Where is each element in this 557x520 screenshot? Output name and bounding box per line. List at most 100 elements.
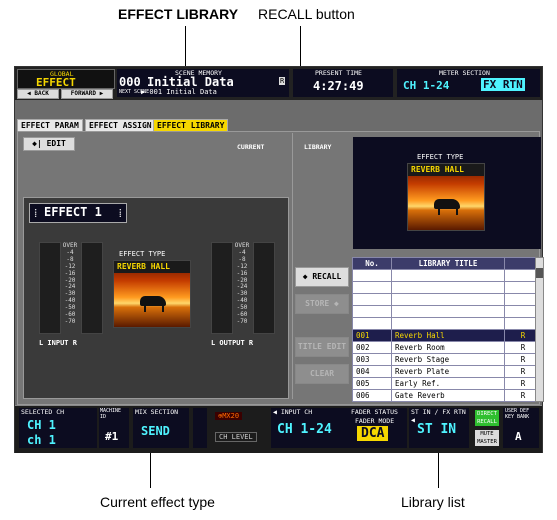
selected-ch-label: SELECTED CH [21, 408, 65, 416]
table-cell-title: Gate Reverb [391, 389, 505, 402]
device-screen: GLOBAL EFFECT ◀ BACK FORWARD ▶ SCENE MEM… [14, 66, 544, 453]
meter-section-label: METER SECTION [439, 69, 490, 77]
fader-mode[interactable]: DCA [357, 426, 389, 441]
table-row[interactable]: 005 Early Ref. R [352, 377, 542, 390]
scene-memory-panel[interactable]: SCENE MEMORY 000 Initial Data R NEXT SCE… [117, 69, 289, 97]
meter-fx-button[interactable]: FX RTN [481, 78, 525, 91]
piano-leg [456, 208, 458, 215]
store-label: STORE [305, 299, 330, 308]
machine-id-panel: MACHINE ID #1 [99, 408, 129, 448]
table-cell-no: 005 [352, 377, 392, 390]
table-cell-no: 001 [352, 329, 392, 342]
table-cell-no: 003 [352, 353, 392, 366]
current-label: CURRENT [237, 143, 265, 151]
table-cell [391, 281, 505, 294]
library-preview-label: EFFECT TYPE [417, 153, 464, 161]
library-preview-panel: EFFECT TYPE REVERB HALL [353, 137, 541, 249]
fader-status-label: FADER STATUS [351, 408, 398, 416]
edit-icon: ◆| [32, 139, 47, 148]
fader-status-panel: FADER STATUS FADER MODE DCA [347, 408, 407, 448]
title-edit-button[interactable]: TITLE EDIT [295, 337, 349, 357]
input-ch-label: ◀ INPUT CH [273, 408, 313, 416]
table-row[interactable]: 004 Reverb Plate R [352, 365, 542, 378]
table-row[interactable]: 003 Reverb Stage R [352, 353, 542, 366]
fader-mode-label: FADER MODE [355, 417, 395, 425]
scene-number: 000 [119, 75, 141, 89]
table-cell [391, 269, 505, 282]
effect-type-label: EFFECT TYPE [119, 250, 166, 258]
recall-icon: ◆ [302, 272, 313, 281]
recall-button[interactable]: ◆ RECALL [295, 267, 349, 287]
output-meter-l [211, 242, 233, 334]
forward-button[interactable]: FORWARD ▶ [61, 89, 113, 99]
table-cell [391, 305, 505, 318]
table-cell-no: 002 [352, 341, 392, 354]
table-cell-title: Reverb Room [391, 341, 505, 354]
callout-library-list: Library list [401, 494, 465, 510]
scrollbar-thumb[interactable] [536, 268, 543, 278]
table-cell-no: 006 [352, 389, 392, 402]
table-row-empty[interactable] [352, 293, 542, 306]
store-icon: ◆ [329, 299, 339, 308]
selected-ch-name: ch 1 [27, 433, 56, 447]
model-panel: ⊕MX20 CH LEVEL [211, 408, 267, 448]
piano-leg [162, 305, 164, 312]
edit-label: EDIT [46, 139, 66, 148]
ch-level-label: CH LEVEL [215, 432, 257, 442]
piano-leg [438, 208, 440, 215]
table-cell-title: Reverb Plate [391, 365, 505, 378]
mix-section-label: MIX SECTION [135, 408, 179, 416]
table-cell [391, 293, 505, 306]
input-meter-label: L INPUT R [39, 339, 77, 347]
table-row[interactable]: 002 Reverb Room R [352, 341, 542, 354]
user-def-value[interactable]: A [515, 430, 522, 443]
library-scrollbar[interactable] [535, 257, 544, 402]
user-def-panel: USER DEF KEY BANK A [503, 408, 539, 448]
meter-ch-button[interactable]: CH 1-24 [403, 79, 449, 92]
direct-recall-button[interactable]: DIRECT RECALL [475, 410, 499, 426]
next-scene: ▶ 001 Initial Data [141, 88, 217, 96]
effect-selector-value: EFFECT 1 [44, 205, 102, 219]
back-button[interactable]: ◀ BACK [17, 89, 59, 99]
present-time: 4:27:49 [313, 79, 364, 93]
piano-leg [144, 305, 146, 312]
table-cell-title: Reverb Stage [391, 353, 505, 366]
table-row-empty[interactable] [352, 281, 542, 294]
mix-section-panel: MIX SECTION SEND [133, 408, 189, 448]
store-button[interactable]: STORE ◆ [295, 294, 349, 314]
mix-knob-icon[interactable] [193, 408, 207, 448]
meter-tick-label: -70 [236, 317, 248, 325]
output-meter-r [253, 242, 275, 334]
table-row-empty[interactable] [352, 269, 542, 282]
table-row-empty[interactable] [352, 317, 542, 330]
table-cell-title: Reverb Hall [391, 329, 505, 342]
table-cell [352, 281, 392, 294]
input-ch-panel: ◀ INPUT CH CH 1-24 [271, 408, 347, 448]
table-row[interactable]: 006 Gate Reverb R [352, 389, 542, 402]
library-preview-image: REVERB HALL [407, 163, 485, 231]
machine-id-value: #1 [105, 430, 119, 443]
table-cell [391, 317, 505, 330]
input-meter-r [81, 242, 103, 334]
table-cell-no: 004 [352, 365, 392, 378]
selected-ch-panel: SELECTED CH CH 1 ch 1 [19, 408, 97, 448]
output-meter-label: L OUTPUT R [211, 339, 254, 347]
clear-button[interactable]: CLEAR [295, 364, 349, 384]
callout-current-effect-type: Current effect type [100, 494, 215, 510]
library-list[interactable]: No. LIBRARY TITLE 001 Reverb Hall R 002 Reve… [352, 257, 542, 402]
meter-tick-label: -70 [64, 317, 76, 325]
table-row-empty[interactable] [352, 305, 542, 318]
st-in-panel: ST IN / FX RTN ◀ ST IN [409, 408, 469, 448]
scene-title: Initial Data [147, 75, 234, 89]
selector-left-marker: ⁞ [34, 206, 38, 220]
library-label: LIBRARY [304, 143, 332, 151]
col-title: LIBRARY TITLE [391, 257, 505, 270]
effect-selector[interactable]: ⁞ EFFECT 1 ⁞ [29, 203, 127, 223]
present-time-panel: PRESENT TIME 4:27:49 [293, 69, 393, 97]
mix-value: SEND [141, 424, 170, 438]
input-meter-scale: OVER -4 -8 -12 -16 -20 -24 -30 -40 -50 -60 -70 [59, 242, 81, 326]
mute-master-button[interactable]: MUTE MASTER [475, 430, 499, 446]
header-bar: GLOBAL EFFECT ◀ BACK FORWARD ▶ SCENE MEM… [15, 67, 542, 100]
table-row[interactable]: 001 Reverb Hall R [352, 329, 542, 342]
edit-button[interactable]: ◆| EDIT [23, 137, 75, 151]
